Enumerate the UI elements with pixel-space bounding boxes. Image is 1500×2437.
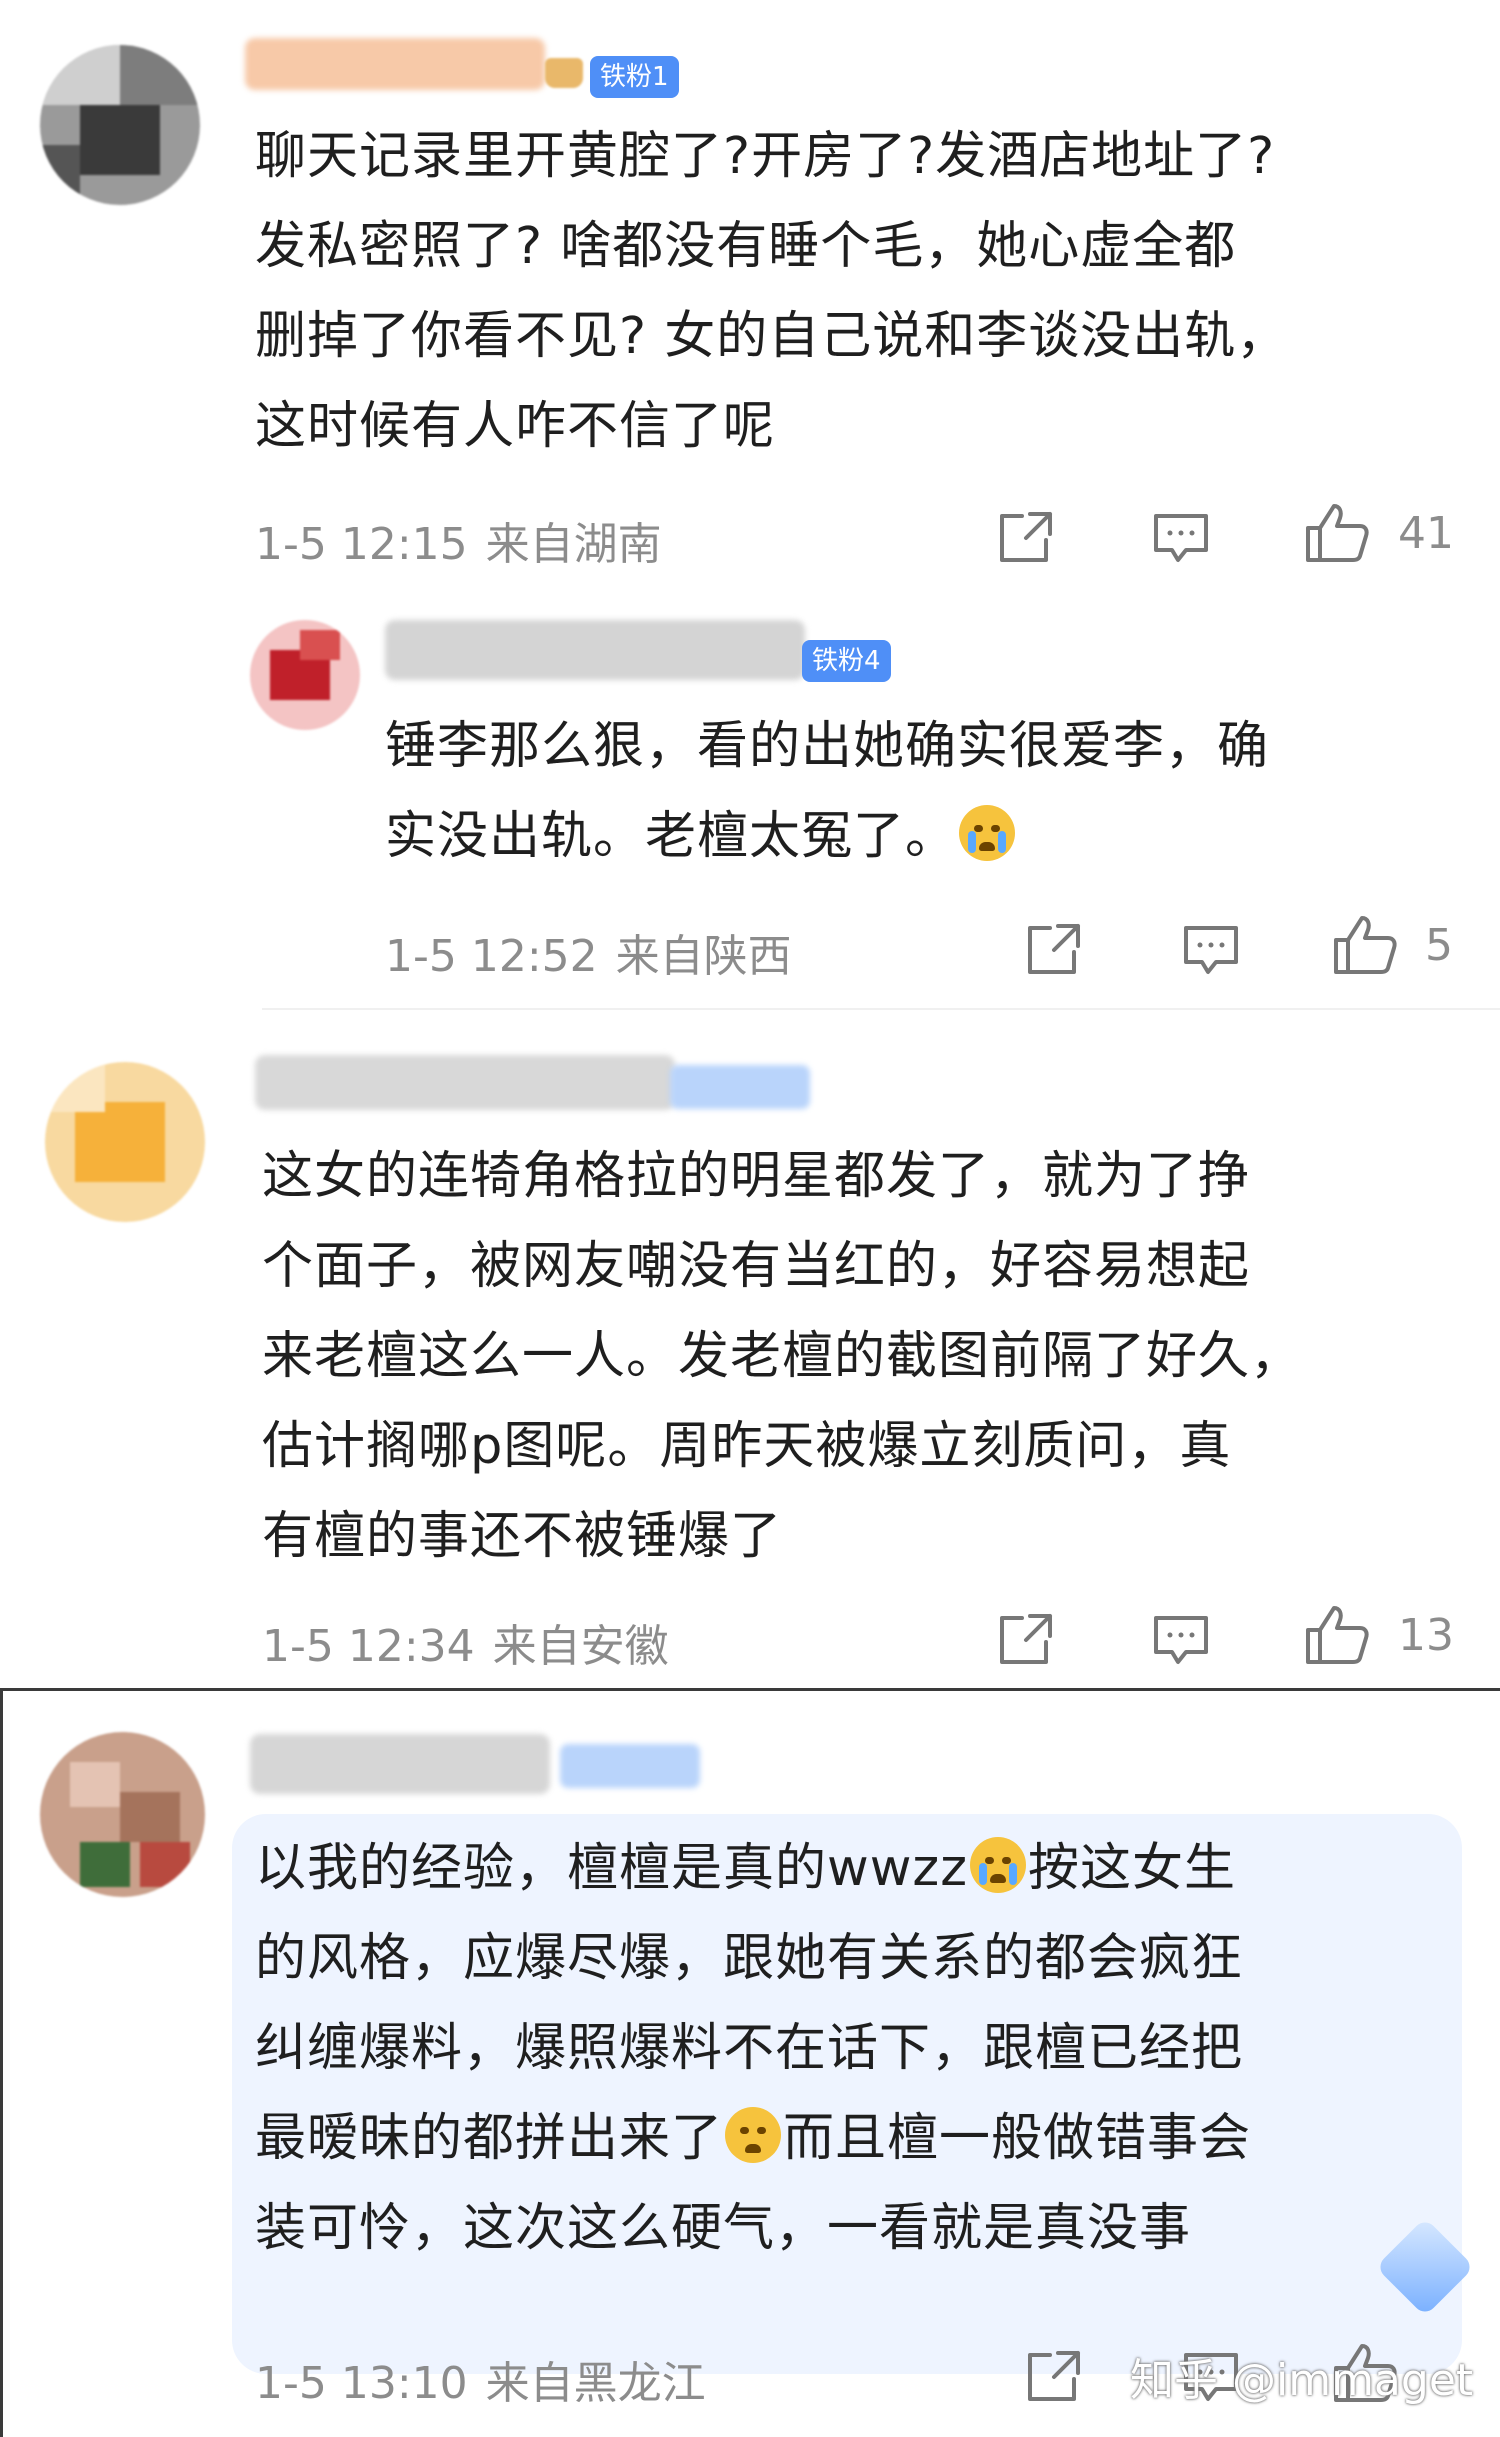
timestamp: 1-5 12:52 (385, 931, 598, 982)
comment-icon[interactable] (1150, 1610, 1212, 1670)
comment-4: 以我的经验，檀檀是真的wwzz 按这女生 的风格，应爆尽爆，跟她有关系的都会疯狂 … (0, 1692, 1500, 2437)
comment-1: 铁粉1 聊天记录里开黄腔了?开房了?发酒店地址了? 发私密照了? 啥都没有睡个毛… (0, 0, 1500, 570)
comment-meta: 1-5 12:34 来自安徽 (262, 1610, 669, 1674)
comment-text: 以我的经验，檀檀是真的wwzz 按这女生 的风格，应爆尽爆，跟她有关系的都会疯狂 … (255, 1837, 1252, 2258)
like-count: 41 (1398, 508, 1454, 559)
comment-icon[interactable] (1180, 920, 1242, 980)
crying-emoji-icon (969, 1837, 1026, 1893)
comment-icon[interactable] (1150, 508, 1212, 568)
avatar[interactable] (40, 45, 200, 205)
comment-2-reply: 铁粉4 锤李那么狠，看的出她确实很爱李，确 实没出轨。老檀太冤了。 1-5 12… (0, 560, 1500, 990)
location: 来自安徽 (492, 1621, 669, 1672)
username[interactable] (250, 1734, 550, 1794)
location: 来自陕西 (615, 931, 792, 982)
location: 来自黑龙江 (485, 2358, 706, 2409)
fan-badge (670, 1065, 810, 1109)
thumbs-up-icon[interactable] (1302, 500, 1372, 566)
timestamp: 1-5 13:10 (255, 2358, 468, 2409)
share-icon[interactable] (996, 1610, 1056, 1668)
comment-text: 聊天记录里开黄腔了?开房了?发酒店地址了? 发私密照了? 啥都没有睡个毛，她心虚… (255, 127, 1289, 456)
shushing-emoji-icon (725, 2107, 782, 2163)
watermark: 知乎 @immaget (1130, 2355, 1474, 2406)
comment-meta: 1-5 12:52 来自陕西 (385, 920, 792, 984)
share-icon[interactable] (1024, 2347, 1084, 2405)
comment-meta: 1-5 13:10 来自黑龙江 (255, 2347, 706, 2411)
username[interactable] (245, 38, 545, 90)
share-icon[interactable] (996, 508, 1056, 566)
fan-badge (560, 1744, 700, 1788)
fan-badge: 铁粉1 (590, 56, 679, 98)
screenshot-border (0, 1688, 1500, 1691)
comment-3: 这女的连犄角格拉的明星都发了，就为了挣 个面子，被网友嘲没有当红的，好容易想起 … (0, 1010, 1500, 1690)
thumbs-up-icon[interactable] (1302, 1602, 1372, 1668)
username[interactable] (255, 1055, 675, 1110)
like-count: 13 (1398, 1610, 1454, 1661)
fan-badge: 铁粉4 (802, 640, 891, 682)
timestamp: 1-5 12:34 (262, 1621, 475, 1672)
crying-emoji-icon (959, 805, 1016, 861)
comment-text: 这女的连犄角格拉的明星都发了，就为了挣 个面子，被网友嘲没有当红的，好容易想起 … (262, 1147, 1303, 1566)
username[interactable] (385, 620, 805, 680)
thumbs-up-icon[interactable] (1330, 912, 1400, 978)
comment-text: 锤李那么狠，看的出她确实很爱李，确 实没出轨。老檀太冤了。 (385, 717, 1270, 866)
crown-icon (545, 58, 583, 88)
share-icon[interactable] (1024, 920, 1084, 978)
avatar[interactable] (250, 620, 360, 730)
avatar[interactable] (45, 1062, 205, 1222)
avatar[interactable] (40, 1732, 205, 1897)
like-count: 5 (1425, 920, 1453, 971)
